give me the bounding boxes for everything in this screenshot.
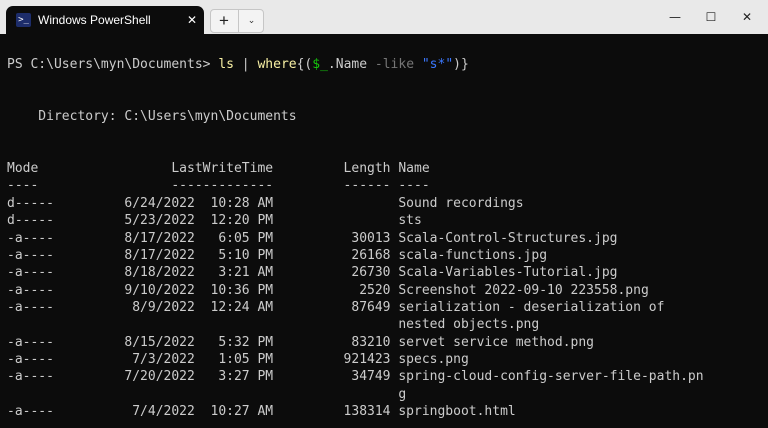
tab-windows-powershell[interactable]: >_ Windows PowerShell ✕ [6, 6, 204, 34]
list-item: d----- 5/23/2022 12:20 PM sts [7, 213, 422, 228]
list-item: -a---- 8/18/2022 3:21 AM 26730 Scala-Var… [7, 265, 618, 280]
list-item-wrap: g [7, 387, 407, 402]
list-item: -a---- 7/20/2022 3:27 PM 34749 spring-cl… [7, 369, 704, 384]
command-where: where [257, 57, 297, 72]
directory-line: Directory: C:\Users\myn\Documents [7, 109, 297, 124]
list-item: -a---- 8/17/2022 5:10 PM 26168 scala-fun… [7, 248, 548, 263]
column-underline: ---- ------------- ------ ---- [7, 178, 430, 193]
tab-title: Windows PowerShell [38, 13, 151, 27]
column-headers: Mode LastWriteTime Length Name [7, 161, 430, 176]
new-tab-group: + ⌄ [210, 9, 264, 33]
list-item-wrap: nested objects.png [7, 317, 540, 332]
list-item: -a---- 9/10/2022 10:36 PM 2520 Screensho… [7, 283, 649, 298]
powershell-icon: >_ [16, 13, 31, 27]
list-item: -a---- 8/9/2022 12:24 AM 87649 serializa… [7, 300, 665, 315]
list-item: -a---- 8/15/2022 5:32 PM 83210 servet se… [7, 335, 594, 350]
command-ls: ls [218, 57, 234, 72]
new-tab-button[interactable]: + [211, 10, 237, 32]
close-button[interactable]: ✕ [724, 0, 768, 34]
pattern-string: "s*" [421, 57, 454, 72]
script-block-open: {( [296, 57, 313, 72]
script-block-close: )} [453, 57, 469, 72]
list-item: -a---- 7/4/2022 10:27 AM 138314 springbo… [7, 404, 516, 419]
list-item: -a---- 8/17/2022 6:05 PM 30013 Scala-Con… [7, 231, 618, 246]
chevron-down-icon[interactable]: ⌄ [238, 10, 264, 32]
title-bar: >_ Windows PowerShell ✕ + ⌄ — ☐ ✕ [0, 0, 768, 34]
pipeline-variable: $_ [312, 57, 328, 72]
list-item: d----- 6/24/2022 10:28 AM Sound recordin… [7, 196, 524, 211]
like-operator: -like [374, 57, 415, 72]
prompt-path: PS C:\Users\myn\Documents> [7, 57, 219, 72]
list-item: -a---- 7/3/2022 1:05 PM 921423 specs.png [7, 352, 469, 367]
name-property: .Name [327, 57, 375, 72]
tab-close-icon[interactable]: ✕ [184, 12, 200, 28]
terminal-output[interactable]: PS C:\Users\myn\Documents> ls | where{($… [0, 34, 768, 428]
command-line: PS C:\Users\myn\Documents> ls | where{($… [7, 56, 469, 74]
pipe-operator: | [233, 57, 258, 72]
